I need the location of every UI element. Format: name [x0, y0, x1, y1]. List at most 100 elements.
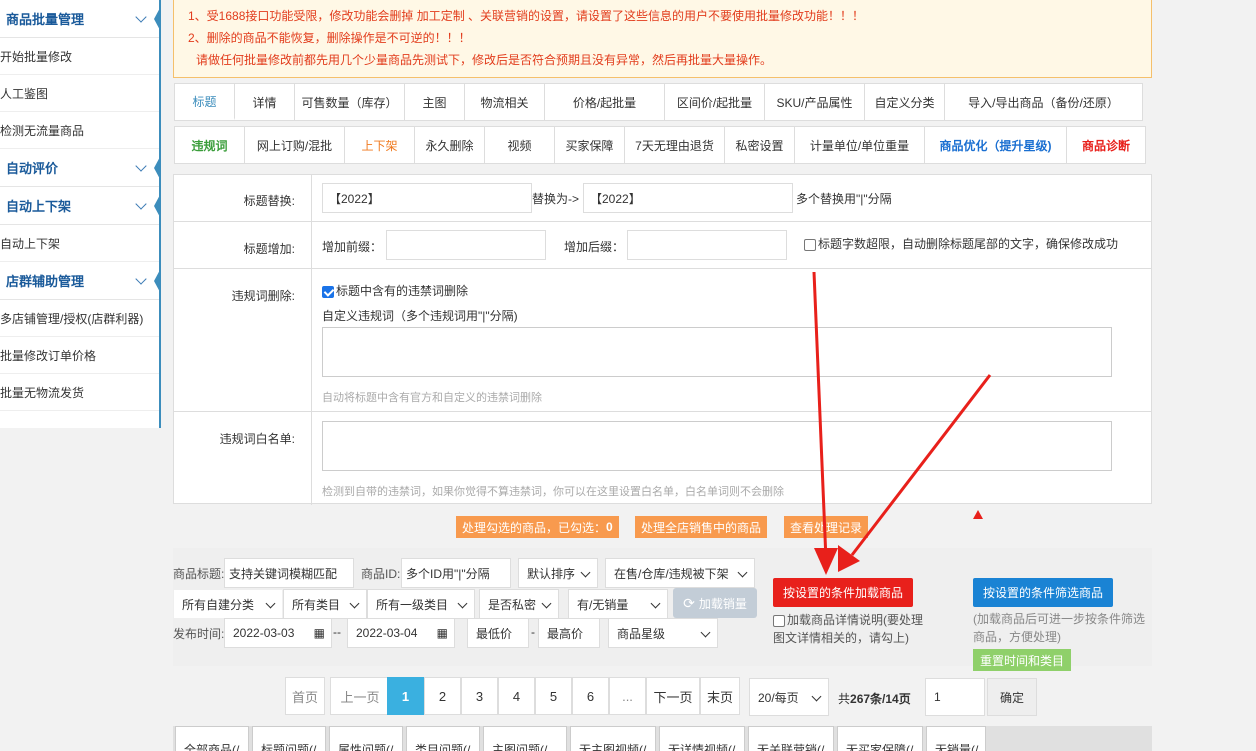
- tab-shelf[interactable]: 上下架: [345, 127, 415, 163]
- date-to-input[interactable]: 2022-03-04 ▦: [347, 618, 455, 648]
- sidebar-group-batch[interactable]: 商品批量管理: [0, 0, 161, 38]
- goto-confirm-button[interactable]: 确定: [987, 678, 1037, 716]
- view-records-button[interactable]: 查看处理记录: [784, 516, 869, 538]
- time-label: 发布时间:: [173, 627, 225, 641]
- chevron-down-icon: [541, 598, 552, 609]
- sidebar-item-no-traffic[interactable]: 检测无流量商品: [0, 112, 159, 149]
- page-4[interactable]: 4: [498, 677, 535, 715]
- page-3[interactable]: 3: [461, 677, 498, 715]
- process-selected-button[interactable]: 处理勾选的商品，已勾选： 0: [456, 516, 619, 538]
- ban-checkbox[interactable]: [322, 285, 334, 298]
- next-page-button[interactable]: 下一页: [646, 677, 700, 715]
- sidebar-item-start-batch[interactable]: 开始批量修改: [0, 38, 159, 75]
- tab-optimize[interactable]: 商品优化（提升星级): [925, 127, 1067, 163]
- tab-main-image[interactable]: 主图: [405, 84, 465, 120]
- load-products-button[interactable]: 按设置的条件加载商品: [773, 578, 913, 607]
- private-select[interactable]: 是否私密: [479, 589, 559, 619]
- result-tab-no-detail-video[interactable]: 无详情视频(/: [659, 726, 745, 751]
- selected-count: 0: [606, 520, 613, 534]
- whitelist-label: 违规词白名单:: [174, 412, 312, 505]
- page-1[interactable]: 1: [387, 677, 424, 715]
- ban-option[interactable]: 标题中含有的违禁词删除: [322, 282, 468, 299]
- result-tab-category[interactable]: 类目问题(/: [406, 726, 480, 751]
- result-tab-no-main-video[interactable]: 无主图视频(/: [570, 726, 656, 751]
- id-filter-input[interactable]: 多个ID用"|"分隔: [401, 558, 511, 588]
- sidebar-group-auto-shelf[interactable]: 自动上下架: [0, 187, 161, 225]
- min-price-input[interactable]: 最低价: [467, 618, 529, 648]
- overlimit-checkbox[interactable]: [804, 238, 816, 251]
- title-filter-input[interactable]: 支持关键词模糊匹配: [224, 558, 354, 588]
- tab-diagnose[interactable]: 商品诊断: [1067, 127, 1145, 163]
- last-page-button[interactable]: 末页: [700, 677, 740, 715]
- tab-import-export[interactable]: 导入/导出商品（备份/还原）: [945, 84, 1142, 120]
- tab-title[interactable]: 标题: [175, 84, 235, 120]
- chevron-down-icon: [737, 567, 748, 578]
- custom-ban-textarea[interactable]: [322, 327, 1112, 377]
- chevron-down-icon: [135, 10, 147, 23]
- whitelist-textarea[interactable]: [322, 421, 1112, 471]
- result-tab-no-sales[interactable]: 无销量(/: [926, 726, 986, 751]
- sidebar-item-auto-shelf[interactable]: 自动上下架: [0, 225, 159, 262]
- sidebar-item-multi-store[interactable]: 多店铺管理/授权(店群利器): [0, 300, 159, 337]
- tab-detail[interactable]: 详情: [235, 84, 295, 120]
- reset-button[interactable]: 重置时间和类目: [973, 649, 1071, 671]
- page-6[interactable]: 6: [572, 677, 609, 715]
- tab-private[interactable]: 私密设置: [725, 127, 795, 163]
- sidebar-item-manual-check[interactable]: 人工鉴图: [0, 75, 159, 112]
- tab-logistics[interactable]: 物流相关: [465, 84, 545, 120]
- tab-unit[interactable]: 计量单位/单位重量: [795, 127, 925, 163]
- filter-products-button[interactable]: 按设置的条件筛选商品: [973, 578, 1113, 607]
- tab-online-order[interactable]: 网上订购/混批: [245, 127, 345, 163]
- chevron-down-icon: [700, 627, 711, 638]
- per-page-select[interactable]: 20/每页: [749, 678, 829, 716]
- result-tab-attr[interactable]: 属性问题(/: [329, 726, 403, 751]
- tab-video[interactable]: 视频: [485, 127, 555, 163]
- page-2[interactable]: 2: [424, 677, 461, 715]
- tab-banned-words[interactable]: 违规词: [175, 127, 245, 163]
- tab-sku[interactable]: SKU/产品属性: [765, 84, 865, 120]
- max-price-input[interactable]: 最高价: [538, 618, 600, 648]
- first-page-button[interactable]: 首页: [285, 677, 325, 715]
- sidebar-group-auto-review[interactable]: 自动评价: [0, 149, 161, 187]
- load-sales-button[interactable]: ⟳ 加载销量: [673, 588, 757, 618]
- tab-price[interactable]: 价格/起批量: [545, 84, 665, 120]
- tab-stock[interactable]: 可售数量（库存）: [295, 84, 405, 120]
- tab-buyer-protect[interactable]: 买家保障: [555, 127, 625, 163]
- sidebar-item-no-logistics[interactable]: 批量无物流发货: [0, 374, 159, 411]
- sales-select[interactable]: 有/无销量: [568, 589, 668, 619]
- sidebar-item-order-price[interactable]: 批量修改订单价格: [0, 337, 159, 374]
- own-category-select[interactable]: 所有自建分类: [173, 589, 283, 619]
- date-from-input[interactable]: 2022-03-03 ▦: [224, 618, 332, 648]
- first-category-select[interactable]: 所有一级类目: [367, 589, 475, 619]
- suffix-input[interactable]: [627, 230, 787, 260]
- replace-from-input[interactable]: 【2022】: [322, 183, 532, 213]
- sidebar-group-store[interactable]: 店群辅助管理: [0, 262, 161, 300]
- prefix-input[interactable]: [386, 230, 546, 260]
- result-tabs: 全部商品(/ 标题问题(/ 属性问题(/ 类目问题(/ 主图问题(/ 无主图视频…: [173, 726, 1152, 751]
- all-category-select[interactable]: 所有类目: [283, 589, 367, 619]
- prev-page-button[interactable]: 上一页: [330, 677, 390, 715]
- load-detail-checkbox[interactable]: [773, 614, 785, 627]
- process-all-button[interactable]: 处理全店销售中的商品: [635, 516, 768, 538]
- chevron-down-icon: [580, 567, 591, 578]
- chevron-down-icon: [650, 598, 661, 609]
- result-tab-title[interactable]: 标题问题(/: [252, 726, 326, 751]
- sort-select[interactable]: 默认排序: [518, 558, 598, 588]
- result-tab-all[interactable]: 全部商品(/: [175, 726, 249, 751]
- goto-page-input[interactable]: 1: [925, 678, 985, 716]
- tab-delete[interactable]: 永久删除: [415, 127, 485, 163]
- row-replace: 标题替换: 【2022】 替换为-> 【2022】 多个替换用"|"分隔: [174, 175, 1151, 222]
- tab-7day-return[interactable]: 7天无理由退货: [625, 127, 725, 163]
- result-tab-no-protect[interactable]: 无买家保障(/: [837, 726, 923, 751]
- tab-range-price[interactable]: 区间价/起批量: [665, 84, 765, 120]
- tab-custom-category[interactable]: 自定义分类: [865, 84, 945, 120]
- replace-hint: 多个替换用"|"分隔: [796, 192, 892, 206]
- page-5[interactable]: 5: [535, 677, 572, 715]
- status-select[interactable]: 在售/仓库/违规被下架: [605, 558, 755, 588]
- result-tab-no-marketing[interactable]: 无关联营销(/: [748, 726, 834, 751]
- overlimit-option[interactable]: 标题字数超限，自动删除标题尾部的文字，确保修改成功: [804, 235, 1118, 252]
- load-detail-option[interactable]: 加载商品详情说明(要处理图文详情相关的，请勾上): [773, 611, 925, 647]
- star-select[interactable]: 商品星级: [608, 618, 718, 648]
- replace-to-input[interactable]: 【2022】: [583, 183, 793, 213]
- result-tab-main-image[interactable]: 主图问题(/: [483, 726, 567, 751]
